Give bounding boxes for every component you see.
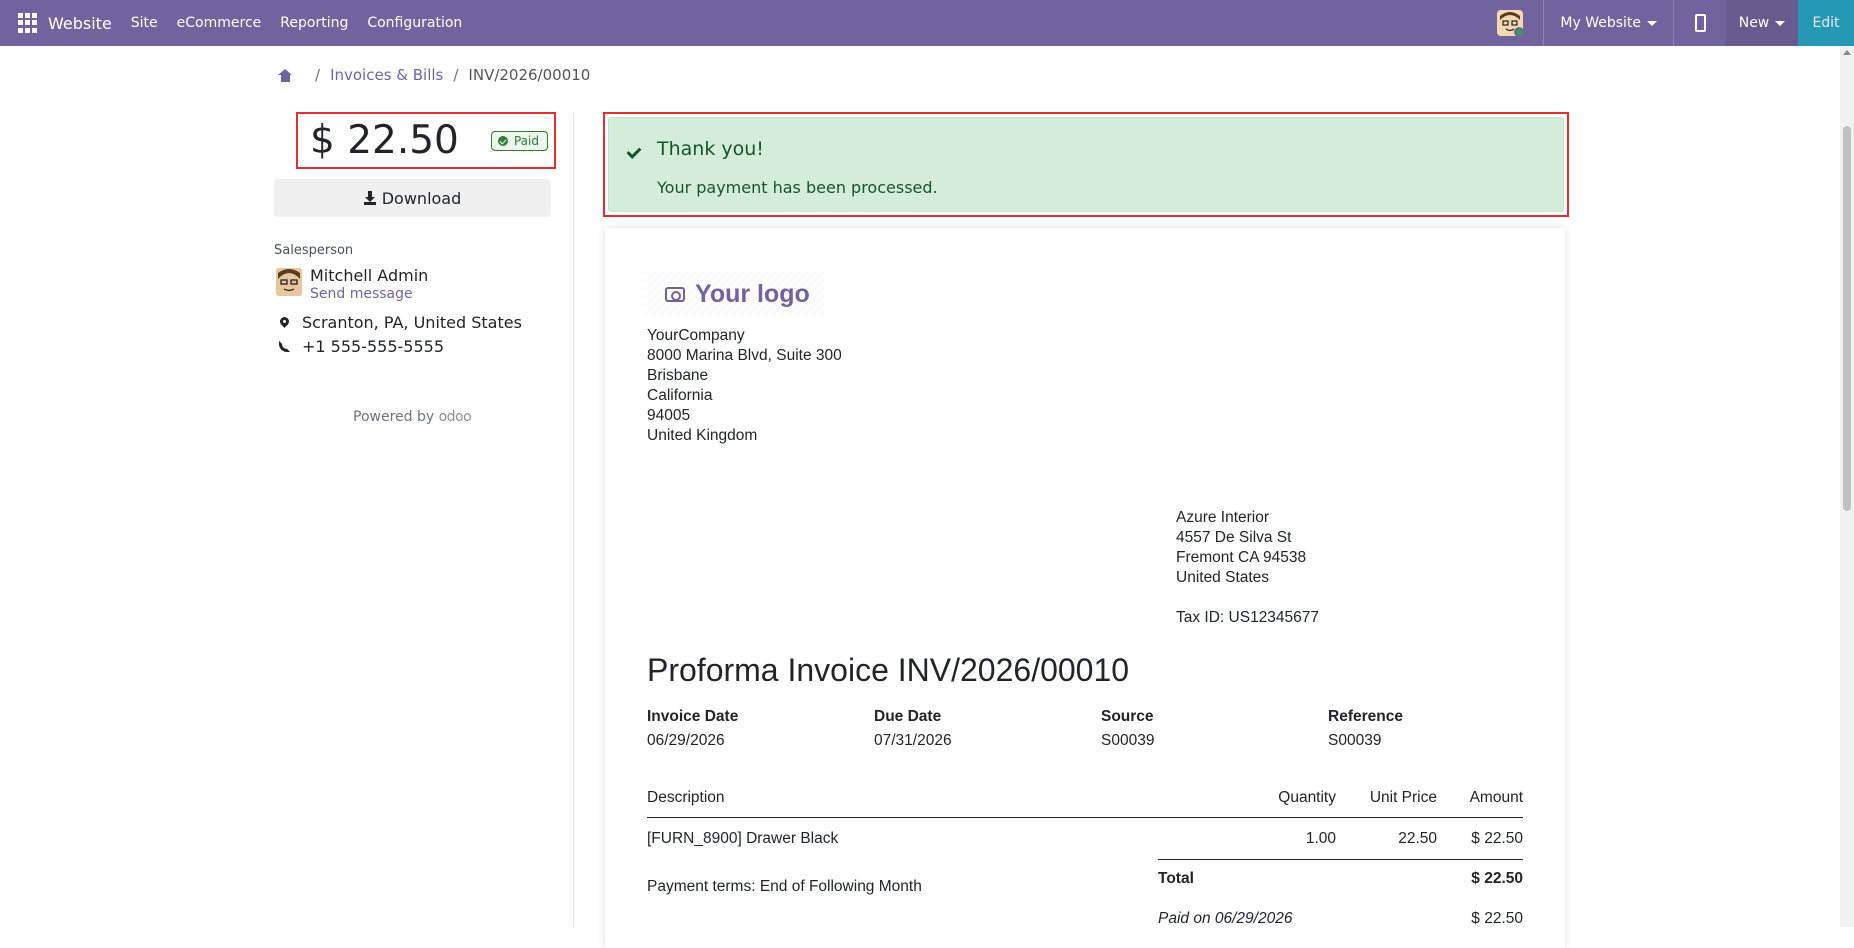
company-state: California [647, 387, 713, 404]
meta-reference: Reference S00039 [1328, 708, 1403, 750]
meta-label: Reference [1328, 708, 1403, 725]
send-message-link[interactable]: Send message [310, 286, 413, 302]
mobile-preview-button[interactable] [1674, 0, 1726, 46]
meta-label: Due Date [874, 708, 942, 725]
website-selector-label: My Website [1560, 15, 1641, 31]
column-header-quantity: Quantity [1278, 789, 1336, 806]
scrollbar-thumb[interactable] [1843, 126, 1851, 511]
edit-button[interactable]: Edit [1798, 0, 1854, 46]
page-scrollbar[interactable] [1840, 46, 1854, 927]
company-address: YourCompany 8000 Marina Blvd, Suite 300 … [647, 326, 842, 446]
odoo-logo[interactable]: odoo [439, 409, 472, 425]
company-street: 8000 Marina Blvd, Suite 300 [647, 347, 842, 364]
top-navbar: Website Site eCommerce Reporting Configu… [0, 0, 1854, 46]
sidebar-divider [573, 113, 574, 927]
salesperson-avatar-image [276, 268, 302, 296]
column-header-description: Description [647, 789, 725, 806]
customer-tax-id: Tax ID: US12345677 [1176, 609, 1320, 626]
menu-ecommerce[interactable]: eCommerce [177, 15, 262, 31]
user-avatar[interactable] [1497, 10, 1524, 36]
company-logo: Your logo [645, 272, 825, 316]
meta-label: Source [1101, 708, 1154, 725]
new-button-label: New [1738, 15, 1770, 31]
total-rule [1158, 859, 1523, 860]
company-country: United Kingdom [647, 427, 758, 444]
website-selector[interactable]: My Website [1544, 15, 1673, 31]
home-icon[interactable] [278, 68, 293, 82]
meta-due-date: Due Date 07/31/2026 [874, 708, 952, 750]
meta-source: Source S00039 [1101, 708, 1154, 750]
column-header-amount: Amount [1469, 789, 1523, 806]
new-button[interactable]: New [1726, 0, 1798, 46]
column-header-unit-price: Unit Price [1369, 789, 1437, 806]
scroll-up-icon[interactable] [1843, 50, 1851, 55]
location-text: Scranton, PA, United States [302, 313, 522, 332]
map-marker-icon [280, 317, 289, 329]
breadcrumb: / Invoices & Bills / INV/2026/00010 [278, 66, 590, 84]
total-value: $ 22.50 [1471, 870, 1523, 887]
chevron-down-icon [1775, 20, 1786, 26]
invoice-document: Your logo YourCompany 8000 Marina Blvd, … [605, 228, 1565, 948]
menu-site[interactable]: Site [131, 15, 158, 31]
check-circle-icon [497, 136, 508, 146]
chevron-down-icon [1647, 20, 1657, 26]
mobile-icon [1694, 14, 1706, 32]
download-button-label: Download [381, 188, 462, 208]
meta-value: 06/29/2026 [647, 732, 725, 749]
payment-terms: Payment terms: End of Following Month [647, 878, 922, 895]
breadcrumb-invoices[interactable]: Invoices & Bills [330, 66, 443, 84]
camera-icon [665, 286, 685, 302]
line-amount: $ 22.50 [1471, 830, 1523, 847]
download-icon [363, 191, 376, 205]
salesperson-name: Mitchell Admin [310, 266, 429, 285]
phone-icon [279, 341, 290, 352]
powered-by: Powered by odoo [353, 409, 472, 425]
download-button[interactable]: Download [274, 179, 551, 217]
check-icon [626, 144, 642, 159]
apps-menu-icon[interactable] [18, 13, 38, 33]
line-unit-price: 22.50 [1398, 830, 1437, 847]
payment-alert-panel: Thank you! Your payment has been process… [603, 112, 1569, 217]
paid-on-value: $ 22.50 [1471, 910, 1523, 927]
alert-title: Thank you! [657, 138, 764, 160]
customer-city: Fremont CA 94538 [1176, 549, 1307, 566]
breadcrumb-current: INV/2026/00010 [468, 66, 591, 84]
logo-text: Your logo [695, 279, 810, 308]
line-quantity: 1.00 [1305, 830, 1336, 847]
menu-reporting[interactable]: Reporting [280, 15, 348, 31]
status-badge: Paid [490, 131, 548, 151]
total-label: Total [1158, 870, 1194, 887]
company-city: Brisbane [647, 367, 709, 384]
line-description: [FURN_8900] Drawer Black [647, 830, 839, 847]
amount-panel: $ 22.50 Paid [296, 112, 556, 169]
meta-label: Invoice Date [647, 708, 739, 725]
salesperson-phone: +1 555-555-5555 [279, 337, 444, 356]
company-name: YourCompany [647, 327, 745, 344]
app-brand[interactable]: Website [48, 14, 112, 33]
meta-invoice-date: Invoice Date 06/29/2026 [647, 708, 738, 750]
meta-value: S00039 [1328, 732, 1382, 749]
meta-value: S00039 [1101, 732, 1155, 749]
paid-on-label: Paid on 06/29/2026 [1158, 910, 1293, 927]
alert-message: Your payment has been processed. [657, 178, 938, 197]
status-badge-label: Paid [513, 134, 539, 148]
success-alert: Thank you! Your payment has been process… [608, 117, 1564, 212]
customer-name: Azure Interior [1176, 509, 1270, 526]
menu-configuration[interactable]: Configuration [367, 15, 462, 31]
online-status-dot [1514, 27, 1524, 36]
salesperson-label: Salesperson [274, 243, 354, 258]
customer-country: United States [1176, 569, 1270, 586]
invoice-title: Proforma Invoice INV/2026/00010 [647, 652, 1130, 688]
customer-address: Azure Interior 4557 De Silva St Fremont … [1176, 508, 1306, 588]
invoice-amount: $ 22.50 [310, 118, 459, 163]
phone-text: +1 555-555-5555 [302, 337, 445, 356]
meta-value: 07/31/2026 [874, 732, 952, 749]
table-header-rule [647, 817, 1523, 818]
salesperson-location: Scranton, PA, United States [280, 313, 522, 332]
powered-by-label: Powered by [353, 409, 435, 425]
salesperson-avatar [276, 268, 302, 296]
company-zip: 94005 [647, 407, 691, 424]
customer-street: 4557 De Silva St [1176, 529, 1292, 546]
